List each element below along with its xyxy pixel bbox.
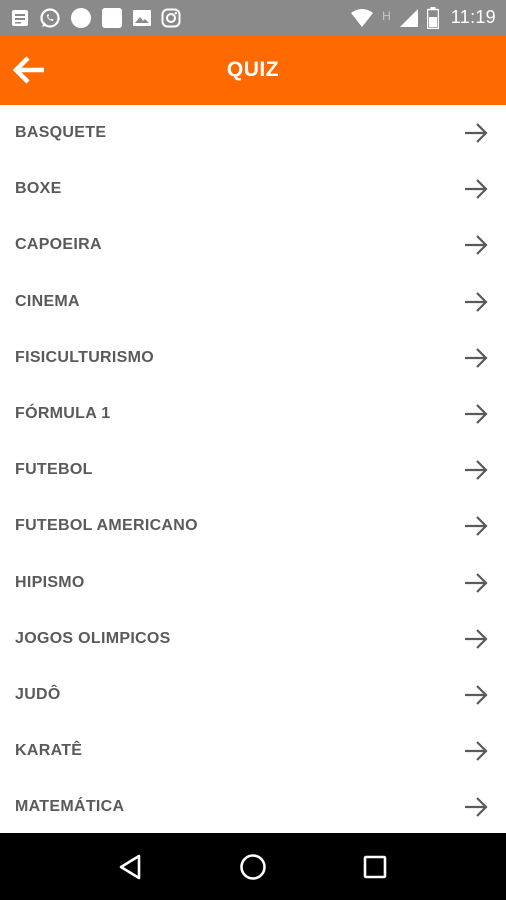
list-item[interactable]: FISICULTURISMO	[0, 330, 506, 386]
quiz-category-list: BASQUETE BOXE CAPOEIRA CINEMA FISICULTURISMO…	[0, 105, 506, 833]
clock-time: 11:19	[450, 7, 496, 27]
arrow-right-icon	[462, 456, 490, 484]
wifi-icon	[350, 8, 374, 28]
list-item-label: JOGOS OLIMPICOS	[15, 629, 171, 647]
list-item-label: CINEMA	[15, 292, 80, 310]
list-item[interactable]: MATEMÁTICA	[0, 779, 506, 833]
back-button[interactable]	[6, 46, 54, 94]
back-triangle-icon	[119, 854, 141, 879]
list-item-label: BASQUETE	[15, 124, 107, 142]
arrow-right-icon	[462, 119, 490, 147]
list-item[interactable]: CAPOEIRA	[0, 217, 506, 273]
list-item-label: CAPOEIRA	[15, 236, 102, 254]
list-item[interactable]: KARATÊ	[0, 723, 506, 779]
system-navigation-bar	[0, 833, 506, 900]
arrow-right-icon	[462, 512, 490, 540]
list-item-label: JUDÔ	[15, 685, 61, 703]
arrow-right-icon	[462, 231, 490, 259]
list-item-label: BOXE	[15, 180, 62, 198]
list-item-label: HIPISMO	[15, 573, 85, 591]
app-bar: QUIZ	[0, 35, 506, 105]
arrow-right-icon	[462, 569, 490, 597]
list-item-label: MATEMÁTICA	[15, 798, 125, 816]
nav-back-button[interactable]	[107, 843, 155, 891]
list-item-label: FÓRMULA 1	[15, 405, 111, 423]
status-notifications	[10, 7, 181, 29]
arrow-right-icon	[462, 175, 490, 203]
list-item[interactable]: FUTEBOL	[0, 442, 506, 498]
list-item[interactable]: JOGOS OLIMPICOS	[0, 611, 506, 667]
list-item-label: FUTEBOL AMERICANO	[15, 517, 198, 535]
nav-home-button[interactable]	[229, 843, 277, 891]
square-app-icon	[101, 7, 123, 29]
arrow-right-icon	[462, 681, 490, 709]
list-item-label: FUTEBOL	[15, 461, 93, 479]
circle-icon	[70, 7, 92, 29]
nav-recents-button[interactable]	[351, 843, 399, 891]
list-item[interactable]: BOXE	[0, 161, 506, 217]
arrow-right-icon	[462, 400, 490, 428]
status-bar: H 11:19	[0, 0, 506, 35]
home-circle-icon	[240, 853, 266, 880]
page-title: QUIZ	[226, 58, 280, 81]
arrow-right-icon	[462, 793, 490, 821]
whatsapp-icon	[39, 7, 61, 29]
notification-icon	[10, 8, 30, 28]
list-item[interactable]: HIPISMO	[0, 555, 506, 611]
arrow-right-icon	[462, 344, 490, 372]
list-item-label: FISICULTURISMO	[15, 348, 155, 366]
image-icon	[132, 8, 152, 28]
instagram-icon	[161, 8, 181, 28]
list-item[interactable]: CINEMA	[0, 274, 506, 330]
signal-icon	[399, 8, 419, 28]
recents-square-icon	[363, 855, 387, 878]
arrow-left-icon	[12, 56, 44, 84]
list-item[interactable]: FÓRMULA 1	[0, 386, 506, 442]
list-item-label: KARATÊ	[15, 742, 83, 760]
status-system: H 11:19	[350, 6, 496, 29]
battery-icon	[426, 6, 439, 29]
arrow-right-icon	[462, 288, 490, 316]
arrow-right-icon	[462, 625, 490, 653]
list-item[interactable]: FUTEBOL AMERICANO	[0, 498, 506, 554]
network-h-icon: H	[382, 8, 391, 23]
list-item[interactable]: BASQUETE	[0, 105, 506, 161]
list-item[interactable]: JUDÔ	[0, 667, 506, 723]
arrow-right-icon	[462, 737, 490, 765]
